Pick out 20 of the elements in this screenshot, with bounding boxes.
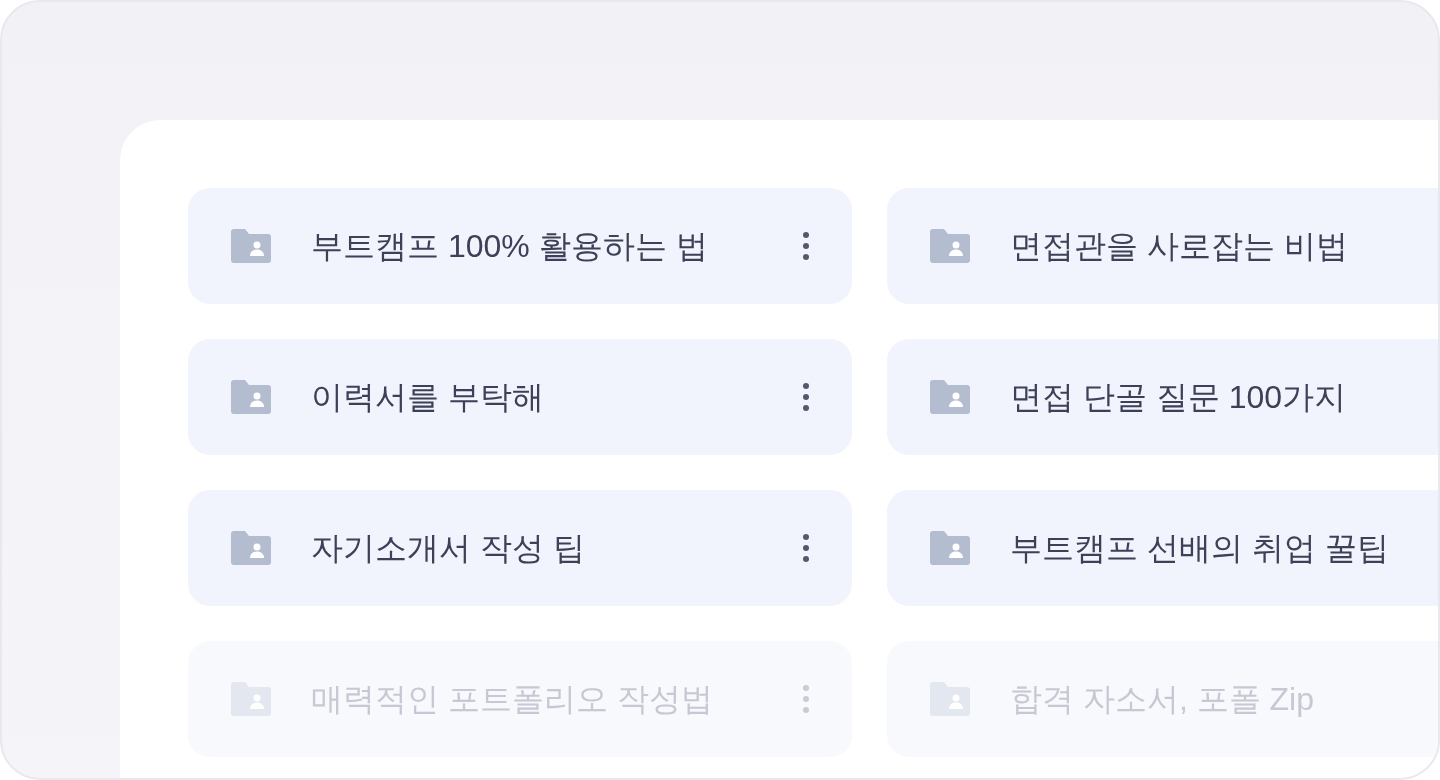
folder-item[interactable]: 이력서를 부탁해 [188,339,852,455]
folder-name: 부트캠프 선배의 취업 꿀팁 [1010,529,1389,568]
shared-folder-icon [928,681,972,717]
shared-folder-icon [229,379,273,415]
shared-folder-icon [928,379,972,415]
folder-name: 면접 단골 질문 100가지 [1010,378,1347,417]
folder-item[interactable]: 면접 단골 질문 100가지 [887,339,1438,455]
folder-item[interactable]: 부트캠프 100% 활용하는 법 [188,188,852,304]
shared-folder-icon [229,681,273,717]
folder-name: 자기소개서 작성 팁 [311,529,585,568]
shared-folder-icon [928,228,972,264]
folder-name: 부트캠프 100% 활용하는 법 [311,227,708,266]
folder-item[interactable]: 자기소개서 작성 팁 [188,490,852,606]
folder-item[interactable]: 면접관을 사로잡는 비법 [887,188,1438,304]
folder-item[interactable]: 부트캠프 선배의 취업 꿀팁 [887,490,1438,606]
folder-name: 면접관을 사로잡는 비법 [1010,227,1348,266]
shared-folder-icon [928,530,972,566]
folder-name: 이력서를 부탁해 [311,378,544,417]
shared-folder-icon [229,228,273,264]
shared-folder-icon [229,530,273,566]
